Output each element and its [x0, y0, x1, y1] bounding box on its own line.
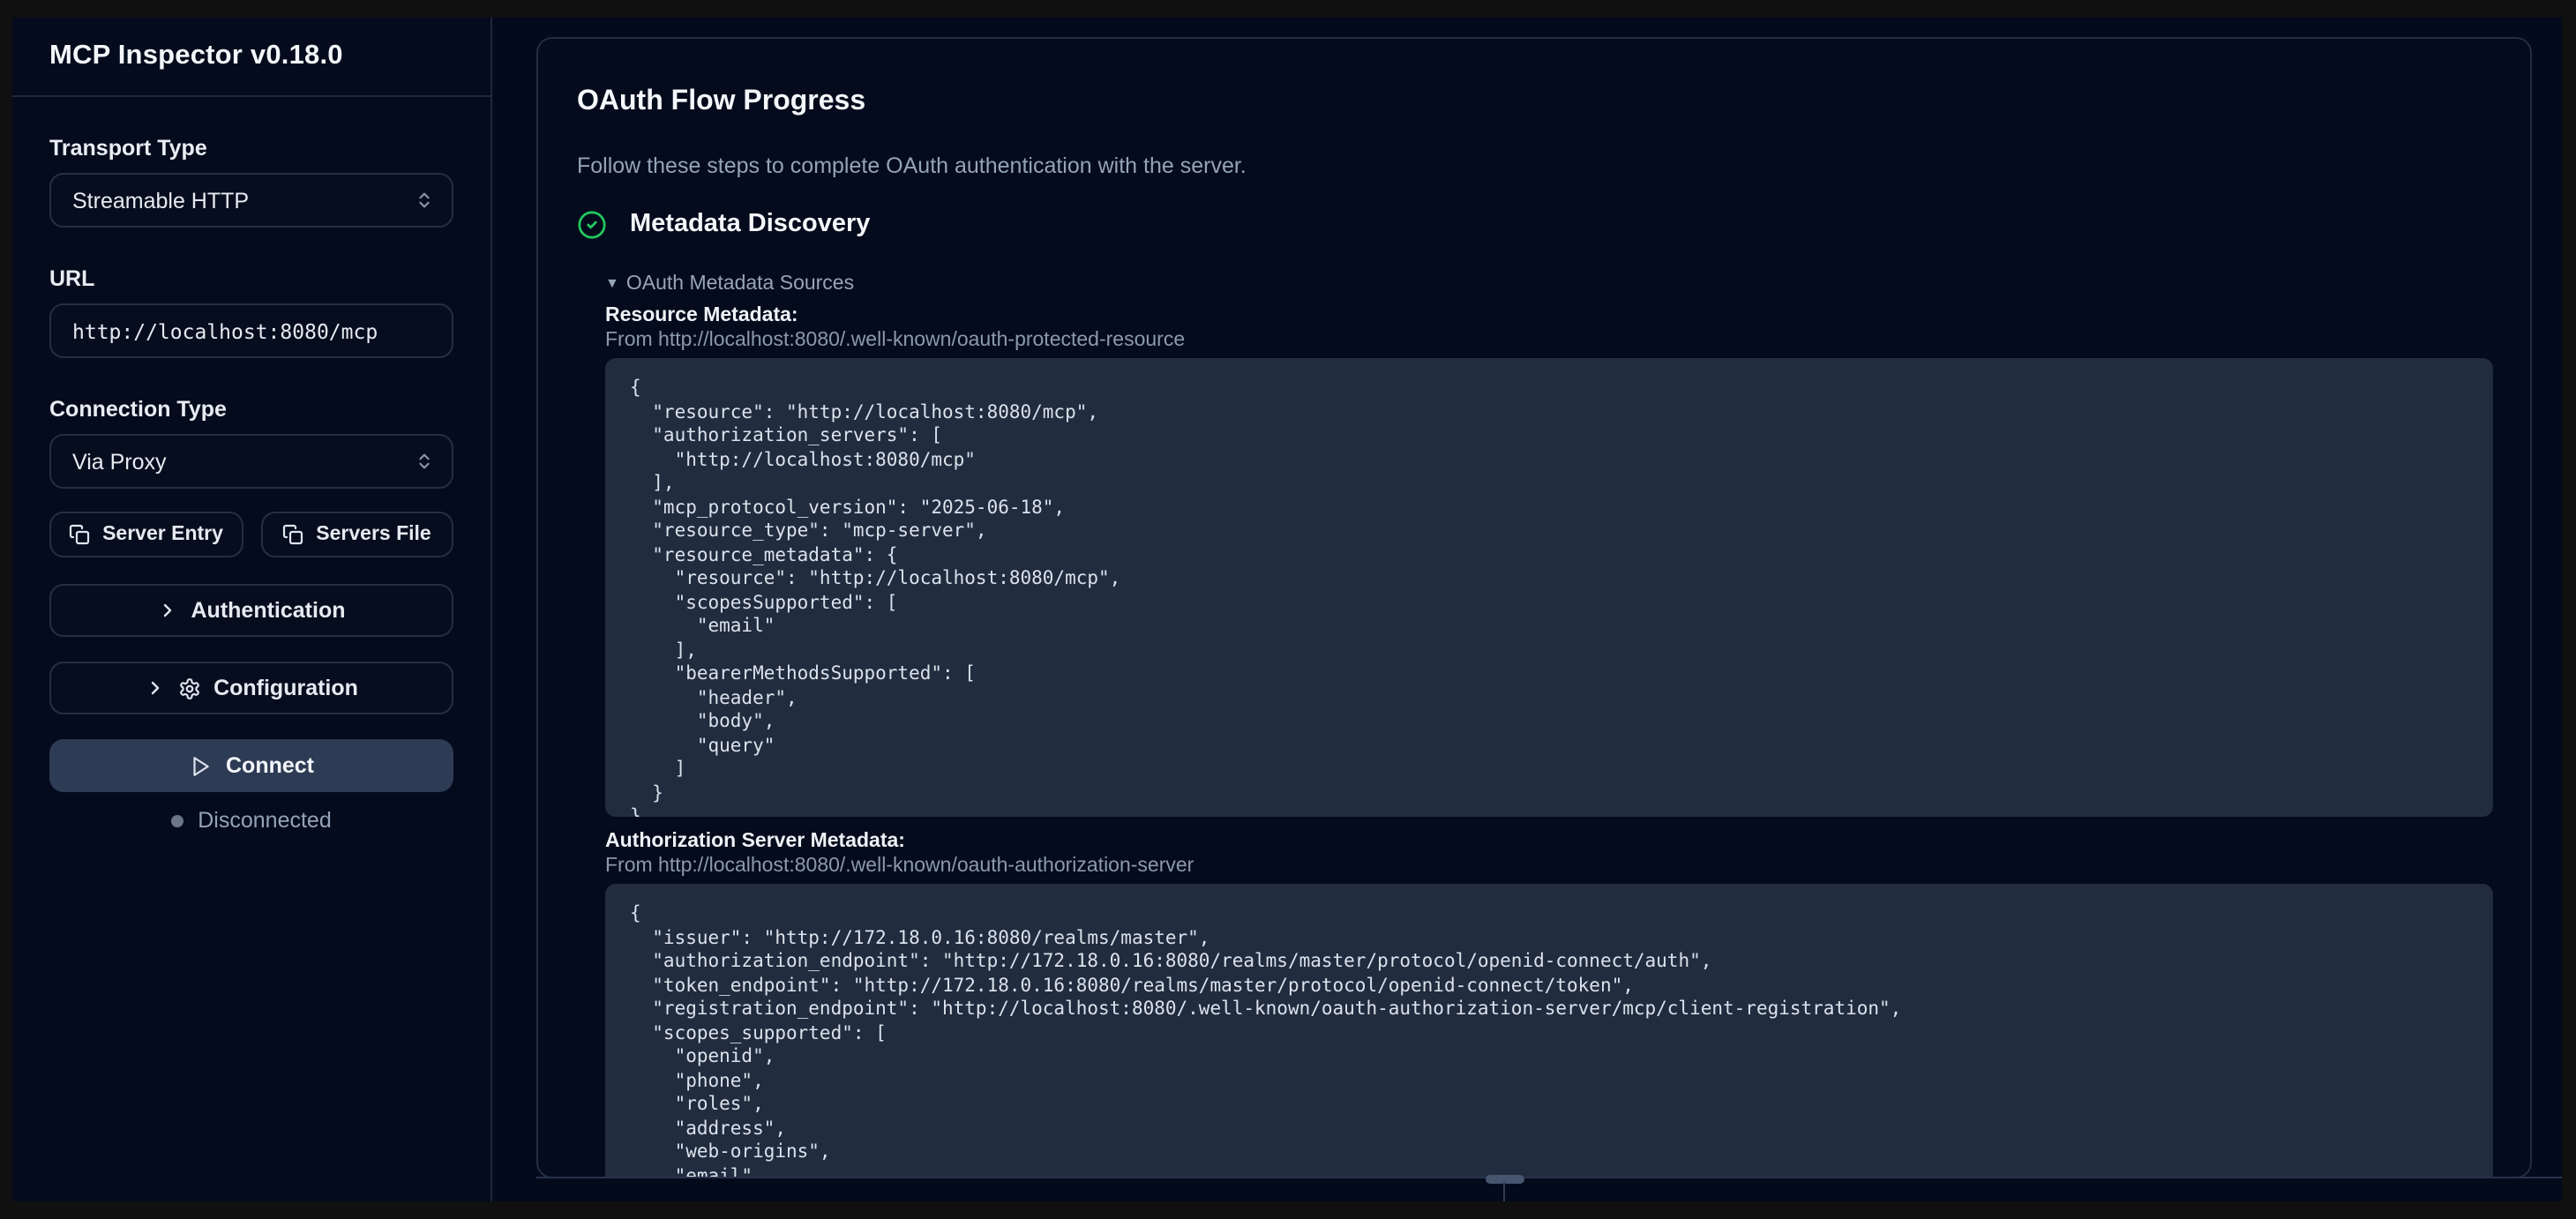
check-circle-icon [577, 209, 607, 239]
step-title: Metadata Discovery [630, 206, 870, 242]
chevron-right-icon [158, 600, 179, 621]
resource-metadata-source: From http://localhost:8080/.well-known/o… [605, 328, 2493, 353]
connection-type-label: Connection Type [49, 397, 453, 422]
configuration-label: Configuration [213, 676, 358, 700]
page-title: OAuth Flow Progress [577, 85, 2493, 120]
main-pane: OAuth Flow Progress Follow these steps t… [492, 18, 2562, 1201]
connection-status: Disconnected [49, 808, 453, 833]
url-label: URL [49, 266, 453, 291]
export-buttons-row: Server Entry Servers File [49, 512, 453, 557]
sidebar: MCP Inspector v0.18.0 Transport Type Str… [12, 18, 492, 1201]
status-text: Disconnected [198, 808, 332, 833]
caret-down-icon: ▼ [605, 273, 619, 295]
chevrons-up-down-icon [415, 191, 434, 210]
page-subtitle: Follow these steps to complete OAuth aut… [577, 155, 2493, 178]
step-metadata-discovery: Metadata Discovery [577, 206, 2493, 242]
servers-file-label: Servers File [316, 524, 431, 545]
connection-type-select[interactable]: Via Proxy [49, 434, 453, 489]
configuration-toggle[interactable]: Configuration [49, 662, 453, 714]
summary-label: OAuth Metadata Sources [626, 273, 854, 295]
transport-type-value: Streamable HTTP [72, 188, 249, 213]
app-title: MCP Inspector v0.18.0 [49, 41, 343, 72]
gear-icon [178, 677, 201, 699]
chevron-right-icon [145, 677, 166, 699]
oauth-metadata-sources-summary[interactable]: ▼ OAuth Metadata Sources [605, 273, 2493, 295]
panel-resizer-tick [1503, 1182, 1505, 1201]
server-entry-button[interactable]: Server Entry [49, 512, 243, 557]
server-entry-label: Server Entry [102, 524, 223, 545]
connection-type-value: Via Proxy [72, 449, 167, 474]
connect-label: Connect [226, 753, 314, 778]
oauth-flow-content: OAuth Flow Progress Follow these steps t… [538, 39, 2530, 1178]
url-input[interactable]: http://localhost:8080/mcp [49, 303, 453, 358]
auth-server-metadata-label: Authorization Server Metadata: [605, 829, 2493, 854]
transport-type-select[interactable]: Streamable HTTP [49, 173, 453, 228]
panel-resizer-handle[interactable] [1486, 1175, 1524, 1184]
app-window: MCP Inspector v0.18.0 Transport Type Str… [12, 18, 2562, 1201]
servers-file-button[interactable]: Servers File [260, 512, 453, 557]
auth-server-metadata-source: From http://localhost:8080/.well-known/o… [605, 854, 2493, 879]
connect-button[interactable]: Connect [49, 739, 453, 792]
play-icon [189, 754, 212, 777]
resource-metadata-label: Resource Metadata: [605, 303, 2493, 328]
status-dot-icon [171, 814, 183, 826]
oauth-flow-card: OAuth Flow Progress Follow these steps t… [536, 37, 2532, 1178]
step-details: ▼ OAuth Metadata Sources Resource Metada… [605, 273, 2493, 1178]
copy-icon [282, 524, 303, 545]
url-value: http://localhost:8080/mcp [72, 318, 378, 343]
transport-type-label: Transport Type [49, 136, 453, 161]
authentication-label: Authentication [191, 598, 346, 623]
screen-frame: MCP Inspector v0.18.0 Transport Type Str… [0, 0, 2576, 1219]
authentication-toggle[interactable]: Authentication [49, 584, 453, 637]
chevrons-up-down-icon [415, 452, 434, 471]
resource-metadata-json: { "resource": "http://localhost:8080/mcp… [605, 358, 2493, 817]
sidebar-header: MCP Inspector v0.18.0 [12, 18, 490, 97]
copy-icon [69, 524, 90, 545]
sidebar-body: Transport Type Streamable HTTP URL http:… [12, 136, 490, 833]
panel-resizer-line [536, 1177, 2562, 1178]
auth-server-metadata-json: { "issuer": "http://172.18.0.16:8080/rea… [605, 884, 2493, 1178]
